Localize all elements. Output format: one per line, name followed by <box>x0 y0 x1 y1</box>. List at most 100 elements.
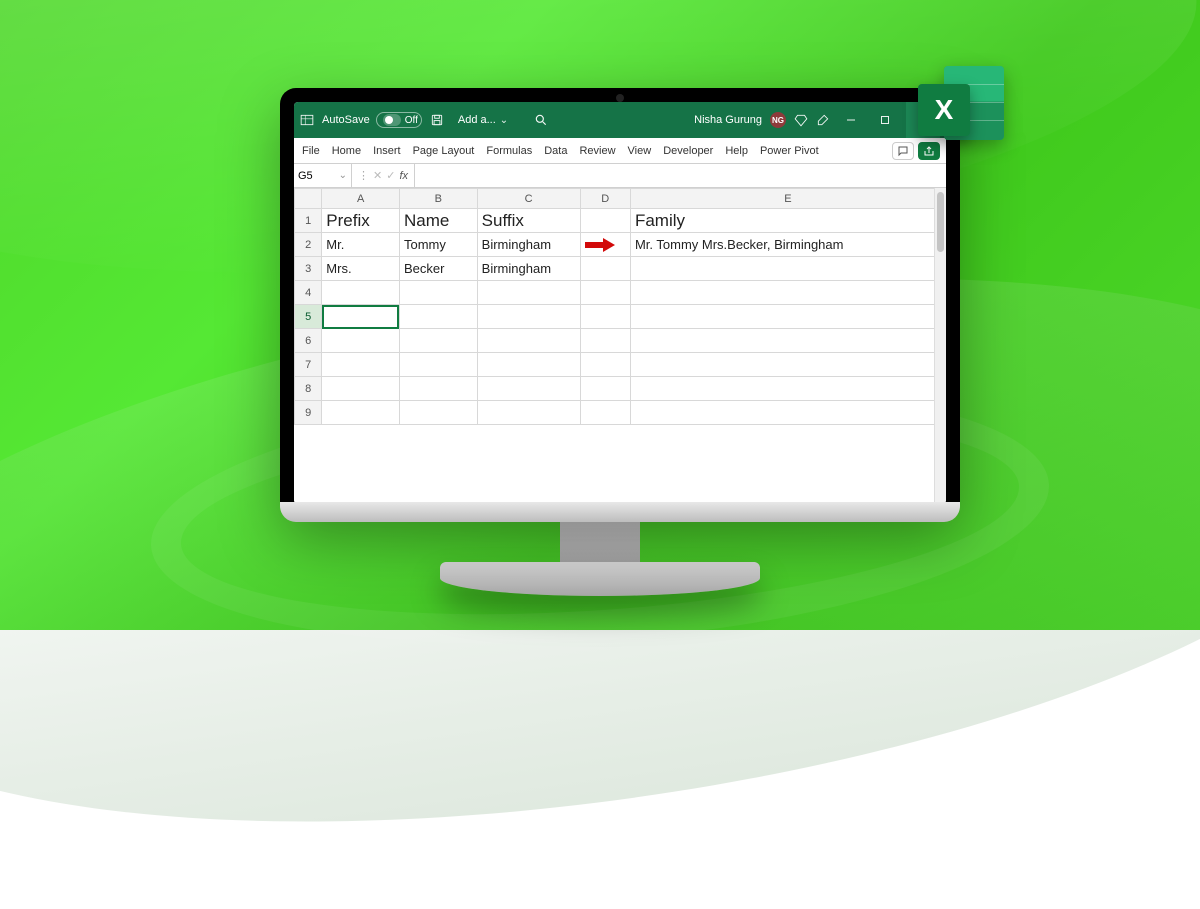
row-header[interactable]: 2 <box>295 233 322 257</box>
cell-D7[interactable] <box>580 353 630 377</box>
cell-D5[interactable] <box>580 305 630 329</box>
tab-page-layout[interactable]: Page Layout <box>407 138 481 163</box>
cell-C4[interactable] <box>477 281 580 305</box>
tab-help[interactable]: Help <box>719 138 754 163</box>
fx-label[interactable]: fx <box>399 170 408 182</box>
row-header[interactable]: 4 <box>295 281 322 305</box>
cell-B2[interactable]: Tommy <box>399 233 477 257</box>
cell-B5[interactable] <box>399 305 477 329</box>
tab-file[interactable]: File <box>296 138 326 163</box>
cell-E7[interactable] <box>630 353 945 377</box>
arrow-icon <box>585 238 626 252</box>
user-name[interactable]: Nisha Gurung <box>694 114 762 126</box>
cell-E9[interactable] <box>630 401 945 425</box>
row-header[interactable]: 9 <box>295 401 322 425</box>
row-header[interactable]: 8 <box>295 377 322 401</box>
save-icon[interactable] <box>430 113 444 127</box>
cell-B1[interactable]: Name <box>399 209 477 233</box>
cell-B6[interactable] <box>399 329 477 353</box>
tab-view[interactable]: View <box>622 138 658 163</box>
autosave-label: AutoSave <box>322 114 370 126</box>
cell-E4[interactable] <box>630 281 945 305</box>
row-header[interactable]: 3 <box>295 257 322 281</box>
cell-C9[interactable] <box>477 401 580 425</box>
cell-C7[interactable] <box>477 353 580 377</box>
cell-A4[interactable] <box>322 281 400 305</box>
ribbon-tabs: File Home Insert Page Layout Formulas Da… <box>294 138 946 164</box>
cell-A9[interactable] <box>322 401 400 425</box>
cell-E3[interactable] <box>630 257 945 281</box>
tab-data[interactable]: Data <box>538 138 573 163</box>
search-icon[interactable] <box>534 113 548 127</box>
col-header-C[interactable]: C <box>477 189 580 209</box>
scrollbar-thumb[interactable] <box>937 192 944 252</box>
cell-C6[interactable] <box>477 329 580 353</box>
tab-home[interactable]: Home <box>326 138 367 163</box>
tab-power-pivot[interactable]: Power Pivot <box>754 138 825 163</box>
cell-C8[interactable] <box>477 377 580 401</box>
col-header-E[interactable]: E <box>630 189 945 209</box>
formula-bar: G5 ⌄ ⋮ ✕ ✓ fx <box>294 164 946 188</box>
cancel-icon[interactable]: ✕ <box>373 169 382 182</box>
cell-B3[interactable]: Becker <box>399 257 477 281</box>
cell-B9[interactable] <box>399 401 477 425</box>
cell-D4[interactable] <box>580 281 630 305</box>
user-avatar[interactable]: NG <box>770 112 786 128</box>
add-label: Add a... <box>458 114 496 126</box>
excel-app-icon <box>300 113 314 127</box>
col-header-A[interactable]: A <box>322 189 400 209</box>
cell-E8[interactable] <box>630 377 945 401</box>
autosave-toggle[interactable]: AutoSave Off <box>322 112 422 128</box>
cell-C1[interactable]: Suffix <box>477 209 580 233</box>
vertical-scrollbar[interactable] <box>934 188 946 504</box>
minimize-button[interactable] <box>838 102 864 138</box>
maximize-button[interactable] <box>872 102 898 138</box>
diamond-icon[interactable] <box>794 113 808 127</box>
cell-A6[interactable] <box>322 329 400 353</box>
cell-D8[interactable] <box>580 377 630 401</box>
quick-access-add[interactable]: Add a... ⌄ <box>458 114 508 126</box>
cell-C2[interactable]: Birmingham <box>477 233 580 257</box>
cell-B4[interactable] <box>399 281 477 305</box>
cell-A7[interactable] <box>322 353 400 377</box>
cell-C3[interactable]: Birmingham <box>477 257 580 281</box>
excel-badge: X <box>910 60 1020 155</box>
confirm-icon[interactable]: ✓ <box>386 169 395 182</box>
cell-A2[interactable]: Mr. <box>322 233 400 257</box>
cell-E6[interactable] <box>630 329 945 353</box>
cell-E5[interactable] <box>630 305 945 329</box>
tab-formulas[interactable]: Formulas <box>480 138 538 163</box>
brush-icon[interactable] <box>816 113 830 127</box>
row-header[interactable]: 5 <box>295 305 322 329</box>
cell-B7[interactable] <box>399 353 477 377</box>
excel-badge-x: X <box>918 84 970 136</box>
cell-D3[interactable] <box>580 257 630 281</box>
worksheet[interactable]: A B C D E 1PrefixNameSuffix Family 2Mr.Tom… <box>294 188 946 425</box>
cell-E1[interactable]: Family <box>630 209 945 233</box>
name-box[interactable]: G5 ⌄ <box>294 164 352 187</box>
col-header-D[interactable]: D <box>580 189 630 209</box>
cell-A3[interactable]: Mrs. <box>322 257 400 281</box>
row-header[interactable]: 1 <box>295 209 322 233</box>
cell-D2[interactable] <box>580 233 630 257</box>
cell-A5[interactable] <box>322 305 400 329</box>
cell-A1[interactable]: Prefix <box>322 209 400 233</box>
tab-developer[interactable]: Developer <box>657 138 719 163</box>
cell-D6[interactable] <box>580 329 630 353</box>
cell-E2[interactable]: Mr. Tommy Mrs.Becker, Birmingham <box>630 233 945 257</box>
row-header[interactable]: 6 <box>295 329 322 353</box>
cell-D9[interactable] <box>580 401 630 425</box>
col-header-B[interactable]: B <box>399 189 477 209</box>
row-header[interactable]: 7 <box>295 353 322 377</box>
cell-A8[interactable] <box>322 377 400 401</box>
namebox-more-icon[interactable]: ⋮ <box>358 169 369 182</box>
monitor-frame: AutoSave Off Add a... ⌄ Nisha Gurung NG <box>280 88 960 518</box>
chevron-down-icon: ⌄ <box>339 170 347 181</box>
cell-D1[interactable] <box>580 209 630 233</box>
cell-C5[interactable] <box>477 305 580 329</box>
tab-review[interactable]: Review <box>573 138 621 163</box>
cell-B8[interactable] <box>399 377 477 401</box>
select-all-corner[interactable] <box>295 189 322 209</box>
tab-insert[interactable]: Insert <box>367 138 407 163</box>
autosave-knob[interactable] <box>383 114 401 126</box>
